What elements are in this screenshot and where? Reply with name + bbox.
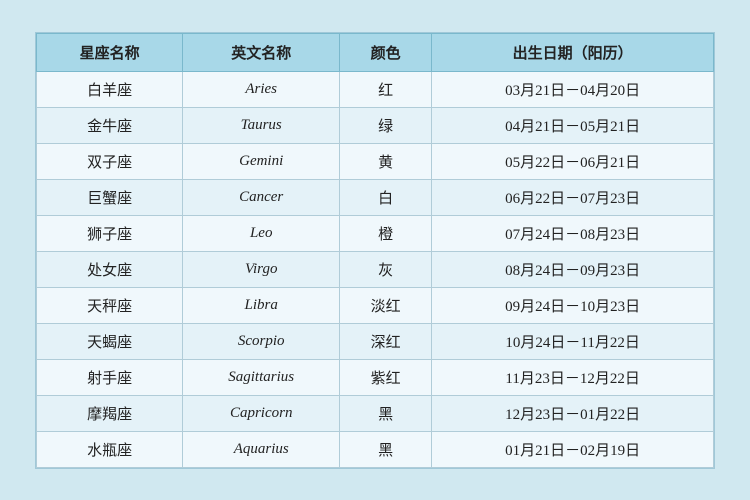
table-body: 白羊座Aries红03月21日－04月20日金牛座Taurus绿04月21日－0… [37,71,714,467]
cell-dates: 09月24日－10月23日 [432,287,714,323]
cell-color: 橙 [340,215,432,251]
cell-chinese-name: 天秤座 [37,287,183,323]
cell-english-name: Libra [183,287,340,323]
cell-english-name: Sagittarius [183,359,340,395]
cell-dates: 11月23日－12月22日 [432,359,714,395]
cell-dates: 07月24日－08月23日 [432,215,714,251]
cell-english-name: Scorpio [183,323,340,359]
cell-dates: 08月24日－09月23日 [432,251,714,287]
cell-color: 黑 [340,395,432,431]
cell-english-name: Taurus [183,107,340,143]
table-row: 天秤座Libra淡红09月24日－10月23日 [37,287,714,323]
cell-chinese-name: 水瓶座 [37,431,183,467]
table-row: 狮子座Leo橙07月24日－08月23日 [37,215,714,251]
cell-chinese-name: 处女座 [37,251,183,287]
table-row: 巨蟹座Cancer白06月22日－07月23日 [37,179,714,215]
cell-dates: 03月21日－04月20日 [432,71,714,107]
cell-color: 红 [340,71,432,107]
cell-english-name: Leo [183,215,340,251]
cell-chinese-name: 双子座 [37,143,183,179]
cell-chinese-name: 天蝎座 [37,323,183,359]
table-row: 处女座Virgo灰08月24日－09月23日 [37,251,714,287]
cell-chinese-name: 白羊座 [37,71,183,107]
cell-dates: 12月23日－01月22日 [432,395,714,431]
cell-dates: 04月21日－05月21日 [432,107,714,143]
cell-color: 深红 [340,323,432,359]
cell-chinese-name: 射手座 [37,359,183,395]
cell-chinese-name: 巨蟹座 [37,179,183,215]
cell-english-name: Gemini [183,143,340,179]
header-color: 颜色 [340,33,432,71]
cell-color: 黄 [340,143,432,179]
table-row: 天蝎座Scorpio深红10月24日－11月22日 [37,323,714,359]
cell-chinese-name: 狮子座 [37,215,183,251]
table-header-row: 星座名称 英文名称 颜色 出生日期（阳历） [37,33,714,71]
cell-color: 白 [340,179,432,215]
table-row: 金牛座Taurus绿04月21日－05月21日 [37,107,714,143]
cell-english-name: Cancer [183,179,340,215]
cell-color: 绿 [340,107,432,143]
cell-chinese-name: 金牛座 [37,107,183,143]
cell-color: 黑 [340,431,432,467]
cell-english-name: Aquarius [183,431,340,467]
table-row: 水瓶座Aquarius黑01月21日－02月19日 [37,431,714,467]
cell-dates: 01月21日－02月19日 [432,431,714,467]
cell-chinese-name: 摩羯座 [37,395,183,431]
cell-color: 淡红 [340,287,432,323]
cell-dates: 10月24日－11月22日 [432,323,714,359]
cell-dates: 05月22日－06月21日 [432,143,714,179]
cell-color: 灰 [340,251,432,287]
table-row: 双子座Gemini黄05月22日－06月21日 [37,143,714,179]
cell-dates: 06月22日－07月23日 [432,179,714,215]
cell-english-name: Virgo [183,251,340,287]
header-chinese-name: 星座名称 [37,33,183,71]
table-row: 摩羯座Capricorn黑12月23日－01月22日 [37,395,714,431]
cell-english-name: Capricorn [183,395,340,431]
table-row: 白羊座Aries红03月21日－04月20日 [37,71,714,107]
header-dates: 出生日期（阳历） [432,33,714,71]
zodiac-table-container: 星座名称 英文名称 颜色 出生日期（阳历） 白羊座Aries红03月21日－04… [35,32,715,469]
cell-english-name: Aries [183,71,340,107]
cell-color: 紫红 [340,359,432,395]
zodiac-table: 星座名称 英文名称 颜色 出生日期（阳历） 白羊座Aries红03月21日－04… [36,33,714,468]
header-english-name: 英文名称 [183,33,340,71]
table-row: 射手座Sagittarius紫红11月23日－12月22日 [37,359,714,395]
